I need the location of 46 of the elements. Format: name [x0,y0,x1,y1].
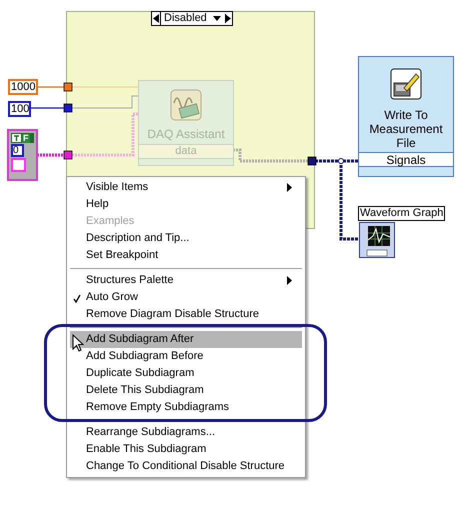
menu-item[interactable]: Enable This Subdiagram [70,441,302,458]
menu-item[interactable]: Duplicate Subdiagram [70,365,302,382]
string-field[interactable] [11,158,26,172]
menu-item[interactable]: Remove Empty Subdiagrams [70,399,302,416]
cluster-constant[interactable]: F 0 [7,129,38,181]
menu-item[interactable]: Description and Tip... [70,230,302,247]
checkmark-icon [73,294,81,303]
menu-item[interactable]: Add Subdiagram After [70,331,302,348]
menu-item[interactable]: Remove Diagram Disable Structure [70,306,302,323]
menu-item[interactable]: Add Subdiagram Before [70,348,302,365]
boolean-icon [12,134,21,142]
menu-item[interactable]: Rearrange Subdiagrams... [70,424,302,441]
mouse-pointer-icon [72,334,84,352]
graph-label: Waveform Graph [358,206,446,221]
decrement-arrow-icon [153,14,159,23]
menu-item[interactable]: Change To Conditional Disable Structure [70,458,302,475]
waveform-graph-icon[interactable] [359,222,395,258]
boolean-value: F [22,134,30,142]
increment-arrow-icon [224,14,231,23]
tunnel[interactable] [64,150,72,160]
write-file-node[interactable]: Write To Measurement File Signals [358,56,454,177]
file-pencil-icon [390,68,422,100]
wire-junction [338,158,344,164]
menu-item[interactable]: Visible Items [70,179,302,196]
wire [72,112,139,156]
numeric-constant[interactable]: 100 [8,101,31,117]
tunnel[interactable] [308,156,316,166]
node-title: Write To Measurement File [368,108,444,150]
menu-item[interactable]: Auto Grow [70,289,302,306]
data-acquisition-icon [170,89,202,121]
node-title: DAQ Assistant [147,128,225,140]
menu-item[interactable]: Structures Palette [70,272,302,289]
tunnel[interactable] [64,104,72,112]
menu-item[interactable]: Delete This Subdiagram [70,382,302,399]
submenu-arrow-icon [287,183,292,192]
subdiagram-selector[interactable]: Disabled [151,11,233,26]
numeric-constant[interactable]: 1000 [8,79,38,95]
tunnel[interactable] [64,82,72,92]
wire [72,96,140,108]
numeric-value[interactable]: 0 [11,144,24,157]
dropdown-arrow-icon [212,16,221,21]
wire [72,86,140,88]
input-terminal[interactable]: Signals [359,152,453,167]
submenu-arrow-icon [287,276,292,285]
menu-item[interactable]: Set Breakpoint [70,247,302,264]
menu-item[interactable]: Help [70,196,302,213]
